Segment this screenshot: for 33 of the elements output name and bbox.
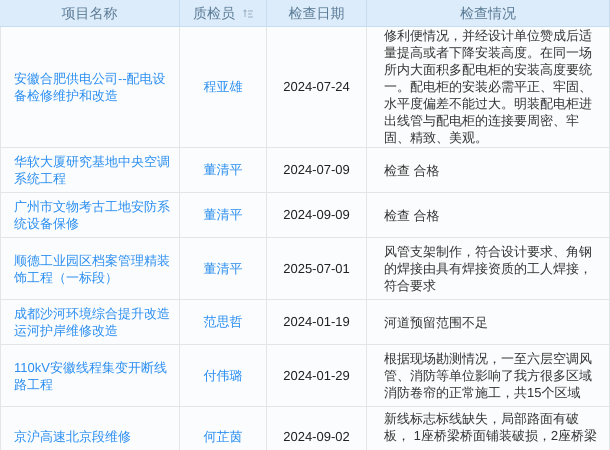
inspector-link[interactable]: 付伟璐 [204, 366, 242, 386]
column-header[interactable]: 质检员 [193, 2, 235, 24]
date-cell-text: 2024-07-09 [283, 161, 350, 180]
details-cell-text: 风管支架制作，符合设计要求、角钢的焊接由具有焊接资质的工人焊接，符合要求 [384, 243, 593, 294]
date-cell-text: 2025-07-01 [283, 260, 350, 278]
project-link[interactable]: 华软大厦研究基地中央空调系统工程 [14, 153, 171, 187]
date-cell-text: 2024-07-24 [283, 78, 350, 96]
date-cell-text: 2024-01-19 [283, 313, 350, 332]
details-cell: 检查 合格 [384, 162, 440, 178]
project-link[interactable]: 广州市文物考古工地安防系统设备保修 [14, 198, 171, 232]
details-cell: 检查 合格 [384, 206, 440, 224]
inspector-link[interactable]: 董清平 [204, 205, 242, 225]
project-link[interactable]: 顺德工业园区档案管理精装饰工程（一标段） [14, 252, 171, 286]
details-cell-text: 新线标志标线缺失，局部路面有破板， 1座桥梁桥面铺装破损，2座桥梁 [384, 410, 598, 444]
inspector-link[interactable]: 程亚雄 [204, 77, 242, 97]
project-link[interactable]: 京沪高速北京段维修 [14, 428, 131, 445]
project-link[interactable]: 成都沙河环境综合提升改造运河护岸维修改造 [14, 305, 171, 339]
date-cell-text: 2024-01-29 [283, 366, 350, 385]
details-cell: 河道预留范围不足 [384, 314, 488, 330]
column-header[interactable]: 项目名称 [62, 2, 118, 24]
sort-icon[interactable] [243, 8, 253, 18]
inspector-link[interactable]: 范思哲 [204, 312, 242, 332]
inspector-link[interactable]: 董清平 [204, 160, 242, 180]
details-cell-text: 修利便情况，并经设计单位赞成后适量提高或者下降安装高度。在同一场所内大面积多配电柜的安装高度要统一。配电柜的安装必需平正、牢固、水平度偏差不能过大。明装配电柜进出线管与配电柜的连接要周密、牢固、精致、美观。 [384, 27, 593, 146]
column-header[interactable]: 检查日期 [288, 2, 344, 24]
inspector-link[interactable]: 董清平 [204, 258, 242, 278]
details-cell-text: 根据现场勘测情况，一至六层空调风管、消防等单位影响了我方很多区域消防卷帘的正常施工，共15个区域 [384, 350, 593, 401]
inspector-link[interactable]: 何芷茵 [204, 426, 242, 446]
column-header[interactable]: 检查情况 [460, 2, 516, 24]
project-link[interactable]: 110kV安徽线程集变开断线路工程 [14, 358, 171, 392]
date-cell-text: 2024-09-02 [283, 428, 350, 446]
project-link[interactable]: 安徽合肥供电公司--配电设备检修维护和改造 [14, 70, 171, 104]
date-cell-text: 2024-09-09 [283, 206, 350, 224]
